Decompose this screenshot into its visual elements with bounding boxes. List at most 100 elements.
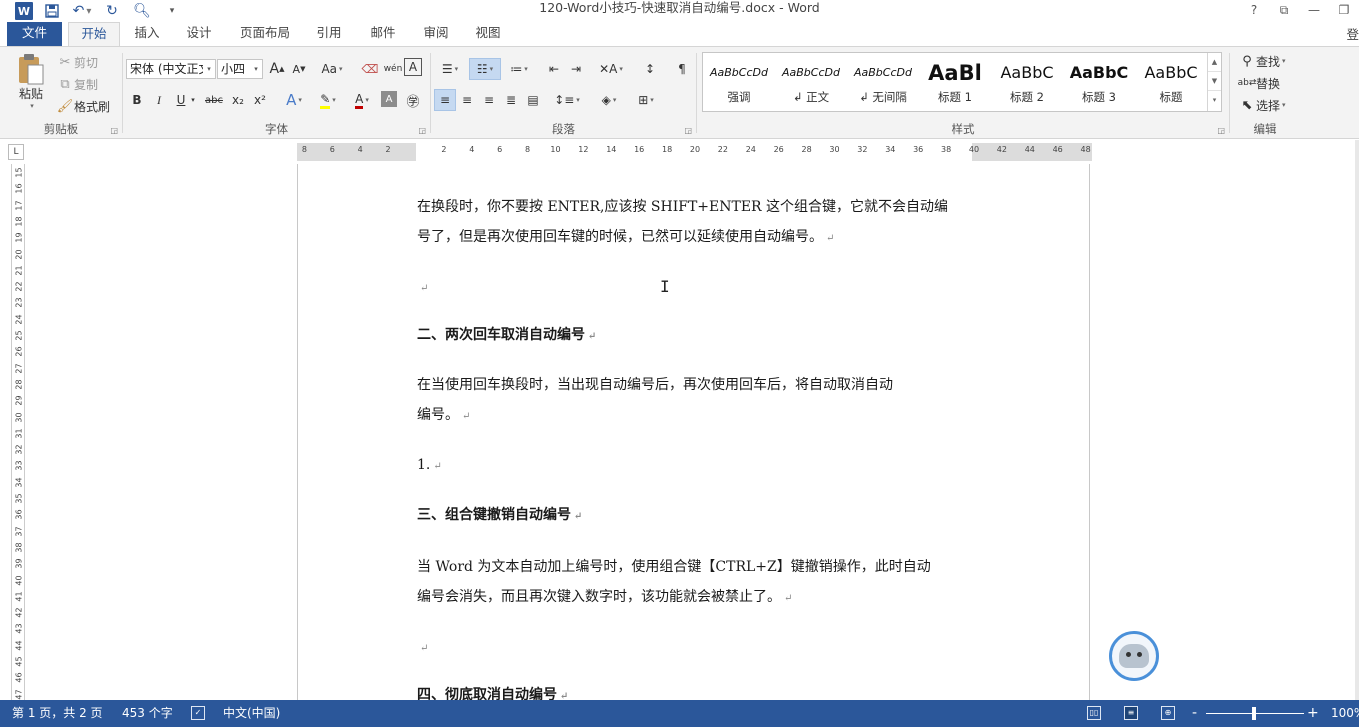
tab-mailings[interactable]: 邮件 [360, 22, 406, 46]
show-marks-icon[interactable]: ¶ [671, 58, 693, 80]
font-launcher-icon[interactable]: ◲ [418, 126, 426, 135]
document-paragraph[interactable]: 编号。 ↵ [417, 400, 977, 432]
sort-icon[interactable]: ↕ [639, 58, 661, 80]
document-heading[interactable]: 四、彻底取消自动编号 ↵ [417, 680, 977, 700]
document-paragraph[interactable]: 号了，但是再次使用回车键的时候，已然可以延续使用自动编号。 ↵ [417, 222, 977, 254]
ruler-tick: 31 [14, 428, 24, 439]
font-size-combo[interactable]: 小四 ▾ [217, 59, 263, 79]
align-left-icon[interactable]: ≡ [434, 89, 456, 111]
word-count[interactable]: 453 个字 [122, 700, 173, 727]
chevron-down-icon[interactable]: ▾ [250, 60, 262, 78]
align-right-icon[interactable]: ≡ [478, 89, 500, 111]
minimize-button[interactable]: — [1299, 0, 1329, 20]
assistant-mascot-icon[interactable] [1109, 631, 1159, 681]
change-case-button[interactable]: Aa ▾ [317, 58, 347, 80]
web-layout-icon[interactable]: ⊕ [1161, 706, 1175, 720]
justify-icon[interactable]: ≣ [500, 89, 522, 111]
document-heading[interactable]: 二、两次回车取消自动编号 ↵ [417, 320, 977, 352]
format-painter-button[interactable]: 🖌︎ 格式刷 [56, 97, 110, 115]
clear-formatting-icon[interactable]: ⌫ [359, 58, 381, 80]
highlight-button[interactable]: ✎ ▾ [313, 89, 343, 111]
character-shading-icon[interactable]: A [381, 91, 397, 107]
paste-dropdown-icon[interactable]: ▾ [30, 102, 34, 110]
document-paragraph[interactable]: 1. ↵ [417, 450, 977, 482]
align-center-icon[interactable]: ≡ [456, 89, 478, 111]
paragraph-launcher-icon[interactable]: ◲ [684, 126, 692, 135]
ruler-tick: 45 [14, 656, 24, 667]
enclose-characters-icon[interactable]: ㊫ [402, 89, 424, 111]
line-spacing-button[interactable]: ↕≡ ▾ [552, 89, 582, 111]
zoom-out-button[interactable]: - [1192, 700, 1197, 727]
character-border-icon[interactable]: A [404, 58, 422, 76]
ribbon-display-button[interactable]: ⧉ [1269, 0, 1299, 20]
distributed-icon[interactable]: ▤ [522, 89, 544, 111]
tab-design[interactable]: 设计 [176, 22, 222, 46]
clipboard-launcher-icon[interactable]: ◲ [110, 126, 118, 135]
proofing-icon[interactable]: ✓ [191, 706, 205, 720]
italic-button[interactable]: I [148, 89, 170, 111]
tab-home[interactable]: 开始 [68, 22, 120, 47]
document-paragraph[interactable]: ↵ [417, 272, 977, 304]
page-count[interactable]: 第 1 页，共 2 页 [12, 700, 103, 727]
document-paragraph[interactable]: 当 Word 为文本自动加上编号时，使用组合键【CTRL+Z】键撤销操作，此时自… [417, 552, 977, 582]
horizontal-ruler[interactable]: 8 6 4 2 2 4 6 8 10 12 14 16 18 20 22 24 26 28 30 32 34 36 38 40… [297, 143, 1092, 161]
replace-button[interactable]: ab⇄ 替换 [1238, 74, 1280, 92]
tab-references[interactable]: 引用 [306, 22, 352, 46]
asian-layout-button[interactable]: ✕A ▾ [596, 58, 626, 80]
increase-indent-icon[interactable]: ⇥ [565, 58, 587, 80]
ruler-tick: 8 [525, 145, 531, 154]
document-paragraph[interactable]: 在当使用回车换段时，当出现自动编号后，再次使用回车后，将自动取消自动 [417, 370, 977, 400]
shrink-font-button[interactable]: A ▼ [288, 58, 310, 80]
tab-selector[interactable]: L [8, 144, 24, 160]
phonetic-guide-button[interactable]: wén [382, 58, 404, 80]
bullets-button[interactable]: ☰ ▾ [434, 58, 466, 80]
tab-file[interactable]: 文件 [7, 22, 62, 46]
document-paragraph[interactable]: 编号会消失，而且再次键入数字时，该功能就会被禁止了。 ↵ [417, 582, 977, 614]
document-heading[interactable]: 三、组合键撤销自动编号 ↵ [417, 500, 977, 532]
paragraph-mark-icon: ↵ [784, 593, 793, 604]
tab-page-layout[interactable]: 页面布局 [228, 22, 302, 46]
find-button[interactable]: ⚲ 查找 ▾ [1238, 52, 1285, 70]
cut-button[interactable]: ✂ 剪切 [56, 53, 98, 71]
help-button[interactable]: ? [1239, 0, 1269, 20]
restore-button[interactable]: ❐ [1329, 0, 1359, 20]
vertical-scrollbar[interactable] [1355, 140, 1359, 700]
multilevel-list-button[interactable]: ≔ ▾ [504, 58, 534, 80]
select-button[interactable]: ⬉ 选择 ▾ [1238, 96, 1286, 114]
print-layout-icon[interactable]: ≡ [1124, 706, 1138, 720]
read-mode-icon[interactable]: ▯▯ [1087, 706, 1101, 720]
ruler-tick: 16 [14, 183, 24, 194]
language-indicator[interactable]: 中文(中国) [223, 700, 280, 727]
borders-button[interactable]: ⊞ ▾ [631, 89, 661, 111]
font-color-button[interactable]: A ▾ [347, 89, 377, 111]
ruler-tick: 14 [606, 145, 617, 154]
tab-insert[interactable]: 插入 [124, 22, 170, 46]
borders-icon: ⊞ [638, 93, 649, 107]
superscript-button[interactable]: x² [249, 89, 271, 111]
underline-dropdown-icon[interactable]: ▾ [188, 89, 198, 111]
zoom-in-button[interactable]: + [1307, 700, 1319, 727]
strikethrough-button[interactable]: abc [203, 89, 225, 111]
paragraph-text: 三、组合键撤销自动编号 [417, 507, 571, 523]
bold-button[interactable]: B [126, 89, 148, 111]
shading-button[interactable]: ◈ ▾ [594, 89, 624, 111]
chevron-down-icon[interactable]: ▾ [203, 60, 215, 78]
vertical-ruler[interactable]: 15 16 17 18 19 20 21 22 23 24 25 26 27 28 29 30 31 32 33 34… [11, 164, 25, 700]
grow-font-button[interactable]: A ▲ [266, 58, 288, 80]
font-name-combo[interactable]: 宋体 (中文正文) ▾ [126, 59, 216, 79]
document-paragraph[interactable]: 在换段时，你不要按 ENTER,应该按 SHIFT+ENTER 这个组合键，它就… [417, 192, 977, 222]
subscript-button[interactable]: x₂ [227, 89, 249, 111]
paste-button[interactable]: 粘贴 ▾ [16, 53, 46, 110]
styles-launcher-icon[interactable]: ◲ [1217, 126, 1225, 135]
document-page[interactable]: 在换段时，你不要按 ENTER,应该按 SHIFT+ENTER 这个组合键，它就… [297, 164, 1090, 700]
sign-in-link[interactable]: 登 [1346, 24, 1359, 43]
numbering-button[interactable]: ☷ ▾ [469, 58, 501, 80]
zoom-slider-thumb[interactable] [1252, 707, 1256, 720]
text-effects-button[interactable]: A ▾ [279, 89, 309, 111]
tab-review[interactable]: 审阅 [413, 22, 459, 46]
document-paragraph[interactable]: ↵ [417, 632, 977, 664]
decrease-indent-icon[interactable]: ⇤ [543, 58, 565, 80]
zoom-level[interactable]: 100% [1331, 700, 1359, 727]
tab-view[interactable]: 视图 [465, 22, 511, 46]
copy-button[interactable]: ⧉ 复制 [56, 75, 98, 93]
